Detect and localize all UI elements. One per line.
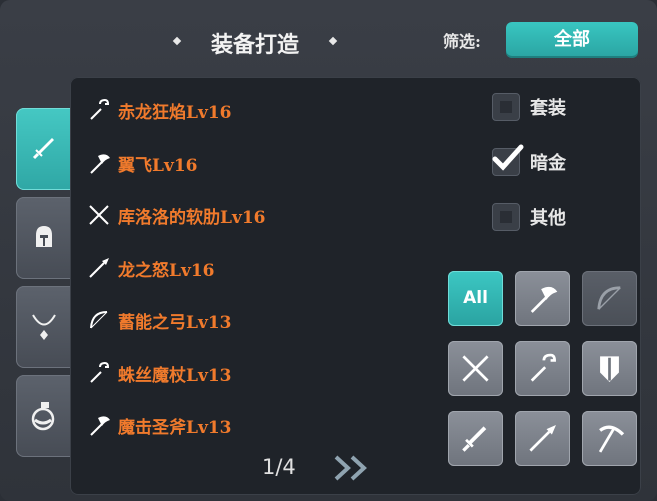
filter-dark-gold-checkbox[interactable]: 暗金 bbox=[492, 144, 566, 176]
list-item[interactable]: 龙之怒Lv16 bbox=[86, 254, 215, 282]
sword-icon bbox=[32, 138, 54, 160]
list-item[interactable]: 蓄能之弓Lv13 bbox=[86, 306, 232, 334]
scythe-icon bbox=[598, 425, 625, 453]
item-name: 赤龙狂焰Lv16 bbox=[118, 102, 232, 123]
filter-set-checkbox[interactable]: 套装 bbox=[492, 93, 566, 121]
item-name: 魔击圣斧Lv13 bbox=[118, 417, 232, 438]
list-item[interactable]: 魔击圣斧Lv13 bbox=[86, 411, 232, 439]
item-name: 蓄能之弓Lv13 bbox=[118, 312, 232, 333]
checkmark-icon bbox=[492, 144, 524, 171]
title-dot-left bbox=[172, 36, 182, 46]
checkbox[interactable] bbox=[492, 144, 524, 176]
page-indicator: 1/4 bbox=[262, 455, 296, 479]
double-chevron-right-icon[interactable] bbox=[332, 453, 378, 483]
dual-blades-icon bbox=[462, 355, 489, 382]
list-item[interactable]: 库洛洛的软肋Lv16 bbox=[86, 201, 266, 229]
staff-icon bbox=[90, 98, 110, 120]
title-dot-right bbox=[328, 36, 338, 46]
item-name: 蛛丝魔杖Lv13 bbox=[118, 365, 232, 386]
title-text: 装备打造 bbox=[210, 32, 299, 58]
filter-dropdown[interactable]: 全部 bbox=[506, 22, 638, 58]
type-spear-button[interactable] bbox=[515, 411, 570, 466]
bow-icon bbox=[597, 286, 621, 310]
spear-icon bbox=[89, 258, 109, 278]
tab-consumable[interactable] bbox=[16, 375, 72, 457]
type-axe-button[interactable] bbox=[515, 271, 570, 326]
filter-label: 筛选: bbox=[443, 32, 481, 51]
type-shield-button[interactable] bbox=[582, 341, 637, 396]
item-name: 库洛洛的软肋Lv16 bbox=[118, 207, 266, 228]
potion-icon bbox=[31, 402, 55, 431]
staff-icon bbox=[90, 361, 110, 383]
type-all-label: All bbox=[463, 288, 488, 308]
tab-weapon[interactable] bbox=[16, 108, 72, 190]
type-staff-button[interactable] bbox=[515, 341, 570, 396]
type-sword-button[interactable] bbox=[448, 411, 503, 466]
checkbox-label: 暗金 bbox=[530, 153, 566, 174]
type-scythe-button[interactable] bbox=[582, 411, 637, 466]
checkbox-label: 其他 bbox=[530, 208, 566, 229]
spear-icon bbox=[529, 425, 556, 452]
shield-icon bbox=[600, 356, 619, 382]
tab-accessory[interactable] bbox=[16, 286, 72, 368]
item-name: 龙之怒Lv16 bbox=[118, 260, 215, 281]
type-bow-button[interactable] bbox=[582, 271, 637, 326]
item-name: 翼飞Lv16 bbox=[118, 155, 198, 176]
dual-blades-icon bbox=[89, 205, 109, 225]
type-dual-blades-button[interactable] bbox=[448, 341, 503, 396]
staff-icon bbox=[530, 353, 556, 382]
page-title: 装备打造 bbox=[160, 28, 350, 62]
type-all-button[interactable]: All bbox=[448, 271, 503, 326]
list-item[interactable]: 赤龙狂焰Lv16 bbox=[86, 96, 232, 124]
list-item[interactable]: 翼飞Lv16 bbox=[86, 149, 198, 177]
checkbox[interactable] bbox=[492, 203, 520, 231]
sword-icon bbox=[462, 426, 487, 452]
axe-icon bbox=[90, 416, 110, 436]
checkbox-label: 套装 bbox=[530, 98, 566, 119]
list-item[interactable]: 蛛丝魔杖Lv13 bbox=[86, 359, 232, 387]
necklace-icon bbox=[32, 314, 56, 340]
helmet-icon bbox=[36, 226, 52, 247]
tab-armor[interactable] bbox=[16, 197, 72, 279]
bow-icon bbox=[90, 311, 108, 329]
filter-other-checkbox[interactable]: 其他 bbox=[492, 203, 566, 231]
checkbox[interactable] bbox=[492, 93, 520, 121]
axe-icon bbox=[90, 154, 110, 174]
axe-icon bbox=[530, 286, 558, 313]
